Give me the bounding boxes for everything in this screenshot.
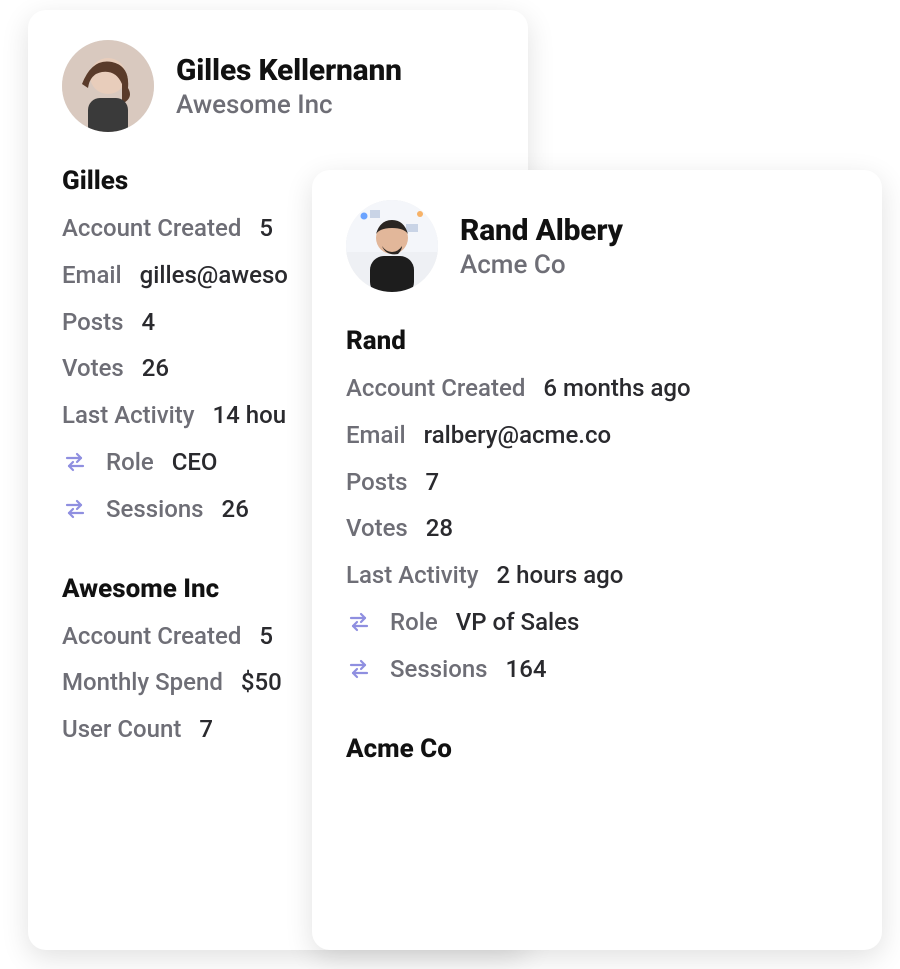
field-value: 2 hours ago [497,561,624,590]
field-value: 6 months ago [543,374,690,403]
swap-icon [62,449,88,475]
profile-card-front: Rand Albery Acme Co Rand Account Created… [312,170,882,950]
field-value: 14 hou [213,401,287,430]
field-value: 4 [141,308,155,337]
field-value: $50 [241,668,282,697]
field-value: 164 [506,655,547,684]
field-label: Posts [62,308,123,337]
avatar [62,40,154,132]
field-value: VP of Sales [456,608,580,637]
field-posts: Posts 7 [346,468,848,497]
field-role: Role VP of Sales [346,608,848,637]
field-value: 5 [259,622,273,651]
field-value: ralbery@acme.co [424,421,611,450]
field-label: Role [106,448,154,477]
field-label: Votes [346,514,408,543]
field-label: Last Activity [62,401,195,430]
field-value: gilles@aweso [140,261,288,290]
swap-icon [346,609,372,635]
field-value: 28 [426,514,453,543]
profile-name: Rand Albery [460,213,623,248]
field-label: Account Created [346,374,525,403]
field-label: Email [346,421,406,450]
field-value: 5 [259,214,273,243]
field-label: Posts [346,468,407,497]
title-block: Gilles Kellernann Awesome Inc [176,53,402,120]
field-email: Email ralbery@acme.co [346,421,848,450]
field-votes: Votes 28 [346,514,848,543]
field-last-activity: Last Activity 2 hours ago [346,561,848,590]
swap-icon [346,656,372,682]
profile-company: Awesome Inc [176,90,402,120]
field-value: CEO [172,448,218,477]
field-sessions: Sessions 164 [346,655,848,684]
field-value: 26 [222,495,249,524]
field-label: Sessions [390,655,488,684]
field-label: Last Activity [346,561,479,590]
field-label: User Count [62,715,181,744]
avatar [346,200,438,292]
field-label: Votes [62,354,124,383]
card-header: Gilles Kellernann Awesome Inc [62,40,494,132]
field-value: 26 [142,354,169,383]
profile-name: Gilles Kellernann [176,53,402,88]
field-value: 7 [425,468,439,497]
card-header: Rand Albery Acme Co [346,200,848,292]
field-label: Email [62,261,122,290]
company-section-title: Acme Co [346,734,848,764]
field-label: Account Created [62,622,241,651]
field-label: Monthly Spend [62,668,223,697]
swap-icon [62,496,88,522]
profile-company: Acme Co [460,250,623,280]
field-account-created: Account Created 6 months ago [346,374,848,403]
field-label: Account Created [62,214,241,243]
title-block: Rand Albery Acme Co [460,213,623,280]
field-label: Sessions [106,495,204,524]
person-section-title: Rand [346,326,848,356]
field-value: 7 [199,715,213,744]
field-label: Role [390,608,438,637]
